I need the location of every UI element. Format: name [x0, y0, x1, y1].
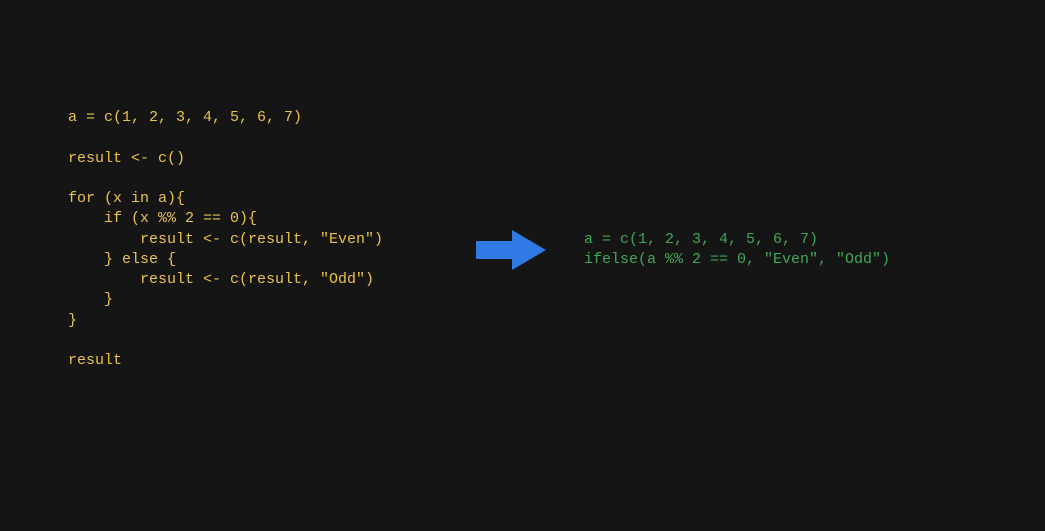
arrow-right-icon — [476, 228, 546, 272]
left-code-block: a = c(1, 2, 3, 4, 5, 6, 7) result <- c()… — [68, 108, 383, 371]
right-code-block: a = c(1, 2, 3, 4, 5, 6, 7) ifelse(a %% 2… — [584, 230, 890, 271]
